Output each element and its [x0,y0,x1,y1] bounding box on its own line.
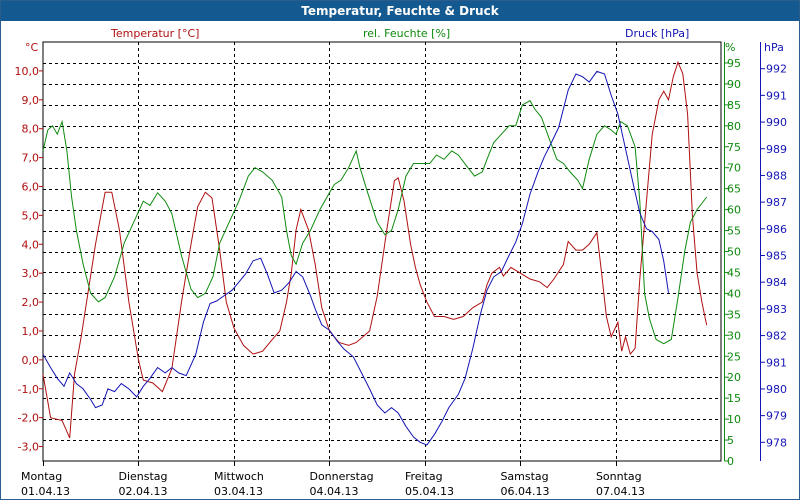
pressure-tick-label: 988 [766,169,787,182]
pressure-unit: hPa [764,41,784,54]
series-layer [42,60,708,446]
humidity-tick-label: 0 [727,455,734,468]
temp-tick-label: -1,0 [18,383,39,396]
pressure-tick-label: 989 [766,143,787,156]
humidity-tick-label: 60 [727,204,741,217]
temp-tick-label: 5,0 [22,209,40,222]
pressure-tick-label: 982 [766,330,787,343]
temp-tick-label: 0,0 [22,354,40,367]
humidity-tick-label: 50 [727,246,741,259]
x-tick-date: 02.04.13 [118,485,167,498]
grid [42,41,722,466]
temp-tick-label: 9,0 [22,94,40,107]
temp-tick-label: 7,0 [22,152,40,165]
humidity-tick-label: 15 [727,392,741,405]
humidity-tick-label: 35 [727,308,741,321]
chart-window: Temperatur, Feuchte & Druck Montag 01.04.… [0,0,800,500]
humidity-tick-label: 45 [727,266,741,279]
x-tick-date: 03.04.13 [214,485,263,498]
x-tick-day: Sonntag [596,470,642,483]
series-line-temperature [42,60,708,439]
x-tick-date: 07.04.13 [596,485,645,498]
temp-tick-label: 2,0 [22,296,40,309]
humidity-tick-label: 10 [727,413,741,426]
pressure-tick-label: 981 [766,356,787,369]
temp-tick-label: 6,0 [22,180,40,193]
x-tick-day: Donnerstag [309,470,373,483]
pressure-tick-label: 985 [766,250,787,263]
humidity-tick-label: 5 [727,434,734,447]
x-tick-day: Freitag [405,470,443,483]
temp-tick-label: 8,0 [22,123,40,136]
x-tick-day: Mittwoch [214,470,264,483]
x-tick-day: Dienstag [118,470,167,483]
x-tick-date: 05.04.13 [405,485,454,498]
humidity-axis-label: rel. Feuchte [%] [363,27,450,40]
humidity-tick-label: 80 [727,120,741,133]
humidity-tick-label: 20 [727,371,741,384]
temp-axis-label: Temperatur [°C] [110,27,199,40]
pressure-tick-label: 984 [766,276,787,289]
temp-tick-label: 10,0 [15,65,40,78]
axes-layer: Montag01.04.13Dienstag02.04.13Mittwoch03… [15,27,788,498]
humidity-tick-label: 40 [727,287,741,300]
x-tick-date: 04.04.13 [309,485,358,498]
temp-tick-label: 3,0 [22,267,40,280]
x-tick-day: Montag [21,470,62,483]
temp-tick-label: -3,0 [18,441,39,454]
temp-tick-label: 4,0 [22,238,40,251]
humidity-unit: % [725,41,735,54]
chart-area: Montag01.04.13Dienstag02.04.13Mittwoch03… [15,27,788,498]
pressure-tick-label: 990 [766,116,787,129]
temp-unit: °C [25,41,39,54]
pressure-tick-label: 987 [766,196,787,209]
pressure-tick-label: 979 [766,410,787,423]
pressure-tick-label: 991 [766,89,787,102]
pressure-tick-label: 992 [766,63,787,76]
temp-tick-label: 1,0 [22,325,40,338]
humidity-tick-label: 30 [727,329,741,342]
pressure-tick-label: 986 [766,223,787,236]
pressure-tick-label: 980 [766,383,787,396]
pressure-axis-label: Druck [hPa] [625,27,689,40]
humidity-tick-label: 25 [727,350,741,363]
humidity-tick-label: 95 [727,57,741,70]
temp-tick-label: -2,0 [18,412,39,425]
series-line-pressure [42,70,669,446]
x-tick-date: 06.04.13 [500,485,549,498]
humidity-tick-label: 55 [727,225,741,238]
x-tick-day: Samstag [500,470,548,483]
humidity-tick-label: 85 [727,99,741,112]
x-tick-date: 01.04.13 [21,485,70,498]
humidity-tick-label: 70 [727,162,741,175]
humidity-tick-label: 65 [727,183,741,196]
pressure-tick-label: 978 [766,436,787,449]
pressure-tick-label: 983 [766,303,787,316]
humidity-tick-label: 90 [727,78,741,91]
humidity-tick-label: 75 [727,141,741,154]
